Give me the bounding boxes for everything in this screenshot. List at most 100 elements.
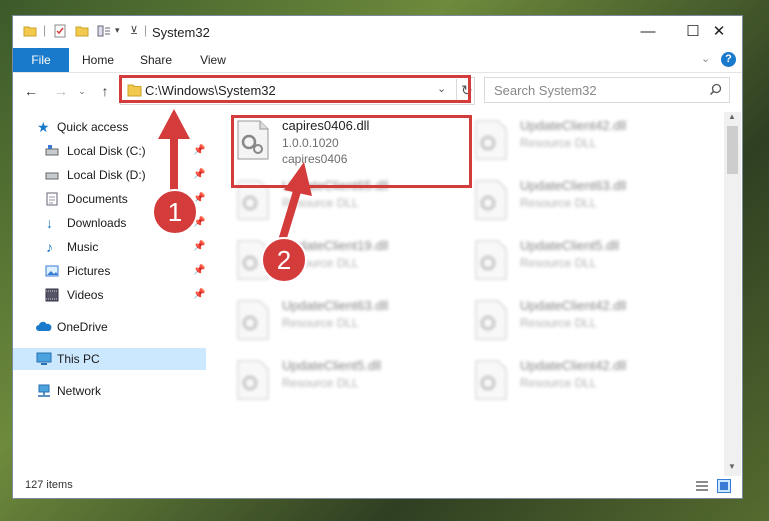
computer-icon — [36, 352, 52, 365]
drive-icon — [45, 145, 59, 156]
file-name: UpdateClient42.dll — [520, 118, 627, 133]
arrow-right-icon: → — [54, 83, 68, 99]
quick-access-dropdown-icon[interactable]: ⊻ — [130, 24, 138, 37]
nav-label: This PC — [57, 352, 100, 366]
customize-toolbar-icon[interactable] — [97, 24, 111, 38]
file-tile[interactable]: UpdateClient5.dll Resource DLL — [236, 356, 466, 406]
dll-file-icon — [475, 300, 507, 340]
nav-item-music[interactable]: ♪ Music 📌 — [13, 236, 206, 258]
search-icon[interactable] — [709, 83, 722, 96]
properties-icon[interactable] — [53, 24, 67, 38]
nav-label: Local Disk (C:) — [67, 144, 146, 158]
nav-label: Local Disk (D:) — [67, 168, 146, 182]
up-button[interactable]: ↑ — [94, 80, 116, 102]
file-description: Resource DLL — [520, 316, 597, 330]
ribbon-tabs: File Home Share View ⌄ ? — [13, 48, 742, 73]
pictures-icon — [45, 265, 59, 277]
videos-icon — [45, 288, 59, 302]
nav-item-onedrive[interactable]: OneDrive — [13, 316, 206, 338]
star-icon: ★ — [37, 119, 50, 135]
step-badge-2: 2 — [261, 237, 307, 283]
file-tile[interactable]: UpdateClient63.dll Resource DLL — [236, 296, 466, 346]
file-tile[interactable]: UpdateClient5.dll Resource DLL — [474, 236, 704, 286]
nav-label: Network — [57, 384, 102, 398]
dll-file-icon — [475, 360, 507, 400]
file-tile[interactable]: UpdateClient42.dll Resource DLL — [474, 116, 704, 166]
search-box[interactable]: Search System32 — [484, 77, 730, 103]
dll-file-icon — [475, 120, 507, 160]
file-name: UpdateClient42.dll — [520, 358, 627, 373]
file-description: Resource DLL — [520, 376, 597, 390]
scroll-down-icon[interactable]: ▼ — [728, 462, 736, 471]
minimize-button[interactable]: — — [625, 16, 671, 48]
file-description: Resource DLL — [520, 256, 597, 270]
tab-share[interactable]: Share — [135, 48, 177, 72]
vertical-scrollbar[interactable]: ▲ ▼ — [724, 112, 741, 476]
new-folder-icon[interactable] — [75, 24, 89, 38]
file-explorer-window: | ▾ ⊻ | System32 — ☐ ✕ File Home Share V… — [13, 16, 742, 498]
nav-label: Pictures — [67, 264, 111, 278]
dll-file-icon — [475, 240, 507, 280]
address-dropdown-icon[interactable]: ⌄ — [437, 82, 446, 95]
music-icon: ♪ — [46, 239, 53, 255]
nav-item-pictures[interactable]: Pictures 📌 — [13, 260, 206, 282]
title-bar: | ▾ ⊻ | System32 — ☐ ✕ — [13, 16, 742, 48]
dll-file-icon — [475, 180, 507, 220]
file-name: UpdateClient42.dll — [520, 298, 627, 313]
file-name: UpdateClient5.dll — [520, 238, 620, 253]
close-button[interactable]: ✕ — [696, 16, 742, 48]
back-button[interactable]: ← — [20, 80, 42, 102]
nav-item-network[interactable]: Network — [13, 380, 206, 402]
file-description: Resource DLL — [520, 136, 597, 150]
forward-button[interactable]: → — [50, 80, 72, 102]
folder-icon — [23, 26, 37, 37]
window-title: System32 — [152, 25, 210, 40]
tab-home[interactable]: Home — [77, 48, 119, 72]
scrollbar-thumb[interactable] — [727, 126, 738, 174]
address-bar[interactable]: C:\Windows\System32 ⌄ ↻ — [120, 77, 475, 105]
nav-label: Music — [67, 240, 99, 254]
recent-locations-button[interactable]: ⌄ — [71, 80, 93, 102]
nav-label: Videos — [67, 288, 104, 302]
file-tile[interactable]: UpdateClient63.dll Resource DLL — [474, 176, 704, 226]
details-view-icon[interactable] — [695, 480, 709, 493]
file-description: Resource DLL — [282, 316, 359, 330]
file-tile[interactable]: UpdateClient42.dll Resource DLL — [474, 296, 704, 346]
file-name: UpdateClient63.dll — [520, 178, 627, 193]
arrow-up-icon: ↑ — [101, 83, 109, 99]
arrow-left-icon: ← — [24, 83, 38, 99]
separator: | — [43, 23, 47, 37]
file-name: UpdateClient63.dll — [282, 298, 389, 313]
help-icon[interactable]: ? — [721, 52, 736, 67]
nav-label: Downloads — [67, 216, 127, 230]
tab-file[interactable]: File — [13, 48, 69, 72]
tab-view[interactable]: View — [193, 48, 233, 72]
scroll-up-icon[interactable]: ▲ — [728, 112, 736, 121]
pin-icon: 📌 — [193, 241, 206, 252]
nav-label: Quick access — [57, 120, 129, 134]
pin-icon: 📌 — [193, 289, 206, 300]
pin-icon: 📌 — [193, 265, 206, 276]
search-input[interactable]: Search System32 — [494, 83, 597, 98]
separator: | — [144, 23, 148, 37]
file-tile[interactable]: UpdateClient42.dll Resource DLL — [474, 356, 704, 406]
download-icon: ↓ — [46, 215, 53, 231]
folder-icon — [127, 84, 142, 97]
divider — [456, 79, 457, 103]
large-icons-view-icon[interactable] — [717, 479, 731, 493]
nav-label: Documents — [67, 192, 128, 206]
file-name: UpdateClient5.dll — [282, 358, 382, 373]
chevron-down-icon[interactable]: ▾ — [115, 25, 120, 36]
expand-ribbon-icon[interactable]: ⌄ — [701, 52, 710, 65]
address-path[interactable]: C:\Windows\System32 — [145, 83, 276, 98]
item-count: 127 items — [25, 479, 73, 491]
nav-item-videos[interactable]: Videos 📌 — [13, 284, 206, 306]
network-icon — [38, 384, 50, 397]
nav-item-this-pc[interactable]: This PC — [13, 348, 206, 370]
chevron-down-icon: ⌄ — [78, 86, 86, 96]
file-description: Resource DLL — [282, 376, 359, 390]
refresh-icon[interactable]: ↻ — [461, 82, 473, 99]
cloud-icon — [36, 321, 52, 331]
documents-icon — [46, 192, 58, 206]
nav-label: OneDrive — [57, 320, 108, 334]
